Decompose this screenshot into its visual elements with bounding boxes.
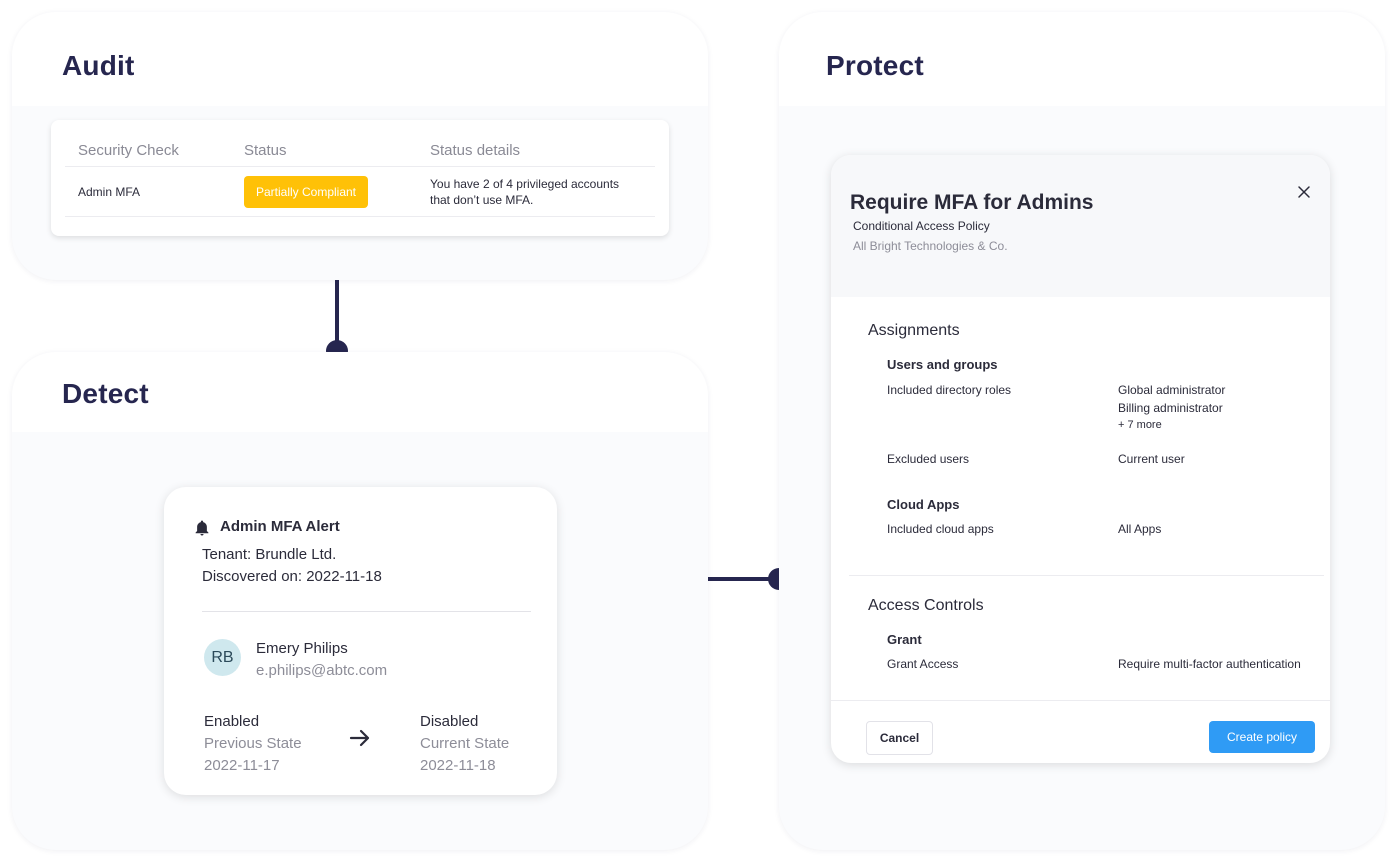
- more-roles-link[interactable]: + 7 more: [1118, 419, 1162, 431]
- policy-subtitle: Conditional Access Policy: [853, 219, 990, 233]
- previous-state-value: Enabled: [204, 713, 260, 730]
- current-state-value: Disabled: [420, 713, 479, 730]
- cancel-button[interactable]: Cancel: [866, 721, 933, 755]
- detect-card: Detect Admin MFA Alert Tenant: Brundle L…: [12, 352, 708, 850]
- detect-title: Detect: [62, 378, 149, 409]
- detect-header: Detect: [12, 352, 708, 432]
- avatar: RB: [204, 639, 241, 676]
- alert-discovered-date: Discovered on: 2022-11-18: [202, 568, 382, 585]
- cloud-apps-heading: Cloud Apps: [887, 497, 960, 512]
- detect-protect-connector: [708, 577, 772, 581]
- protect-card: Protect Require MFA for Admins Condition…: [779, 12, 1385, 850]
- previous-state-label: Previous State: [204, 735, 302, 752]
- access-controls-heading: Access Controls: [868, 597, 984, 614]
- user-name: Emery Philips: [256, 640, 348, 657]
- table-divider: [65, 166, 655, 167]
- table-divider: [65, 216, 655, 217]
- included-apps-value: All Apps: [1118, 522, 1162, 536]
- excluded-users-label: Excluded users: [887, 452, 970, 466]
- protect-title: Protect: [826, 50, 924, 81]
- section-divider: [849, 575, 1324, 576]
- audit-card: Audit Security Check Status Status detai…: [12, 12, 708, 280]
- create-policy-button[interactable]: Create policy: [1209, 721, 1315, 753]
- status-details-line-2: that don’t use MFA.: [430, 193, 534, 207]
- user-email: e.philips@abtc.com: [256, 662, 388, 679]
- arrow-right-icon: [349, 729, 370, 747]
- status-details-line-1: You have 2 of 4 privileged accounts: [430, 177, 620, 191]
- alert-divider: [202, 611, 531, 612]
- current-state-date: 2022-11-18: [420, 757, 496, 774]
- policy-panel: Require MFA for Admins Conditional Acces…: [831, 155, 1330, 763]
- alert-title: Admin MFA Alert: [220, 518, 340, 535]
- status-badge: Partially Compliant: [244, 176, 368, 208]
- assignments-heading: Assignments: [868, 322, 960, 339]
- included-role-item: Global administrator: [1118, 383, 1226, 397]
- policy-organization: All Bright Technologies & Co.: [853, 239, 1008, 253]
- column-header-security-check: Security Check: [78, 142, 179, 159]
- column-header-status-details: Status details: [430, 142, 521, 159]
- grant-access-label: Grant Access: [887, 657, 959, 671]
- footer-divider: [831, 700, 1330, 701]
- audit-header: Audit: [12, 12, 708, 106]
- audit-detect-connector: [335, 280, 339, 346]
- close-icon[interactable]: [1297, 185, 1311, 199]
- excluded-users-value: Current user: [1118, 452, 1185, 466]
- audit-title: Audit: [62, 50, 135, 81]
- alert-card[interactable]: Admin MFA Alert Tenant: Brundle Ltd. Dis…: [164, 487, 557, 795]
- grant-heading: Grant: [887, 632, 922, 647]
- bell-icon: [195, 520, 209, 536]
- security-check-cell: Admin MFA: [78, 185, 141, 199]
- included-role-item: Billing administrator: [1118, 401, 1223, 415]
- grant-access-value: Require multi-factor authentication: [1118, 657, 1301, 671]
- current-state-label: Current State: [420, 735, 510, 752]
- protect-header: Protect: [779, 12, 1385, 106]
- included-roles-label: Included directory roles: [887, 383, 1012, 397]
- included-apps-label: Included cloud apps: [887, 522, 994, 536]
- audit-table: Security Check Status Status details Adm…: [51, 120, 669, 236]
- previous-state-date: 2022-11-17: [204, 757, 280, 774]
- users-groups-heading: Users and groups: [887, 357, 998, 372]
- alert-tenant: Tenant: Brundle Ltd.: [202, 546, 337, 563]
- column-header-status: Status: [244, 142, 287, 159]
- policy-title: Require MFA for Admins: [850, 191, 1094, 214]
